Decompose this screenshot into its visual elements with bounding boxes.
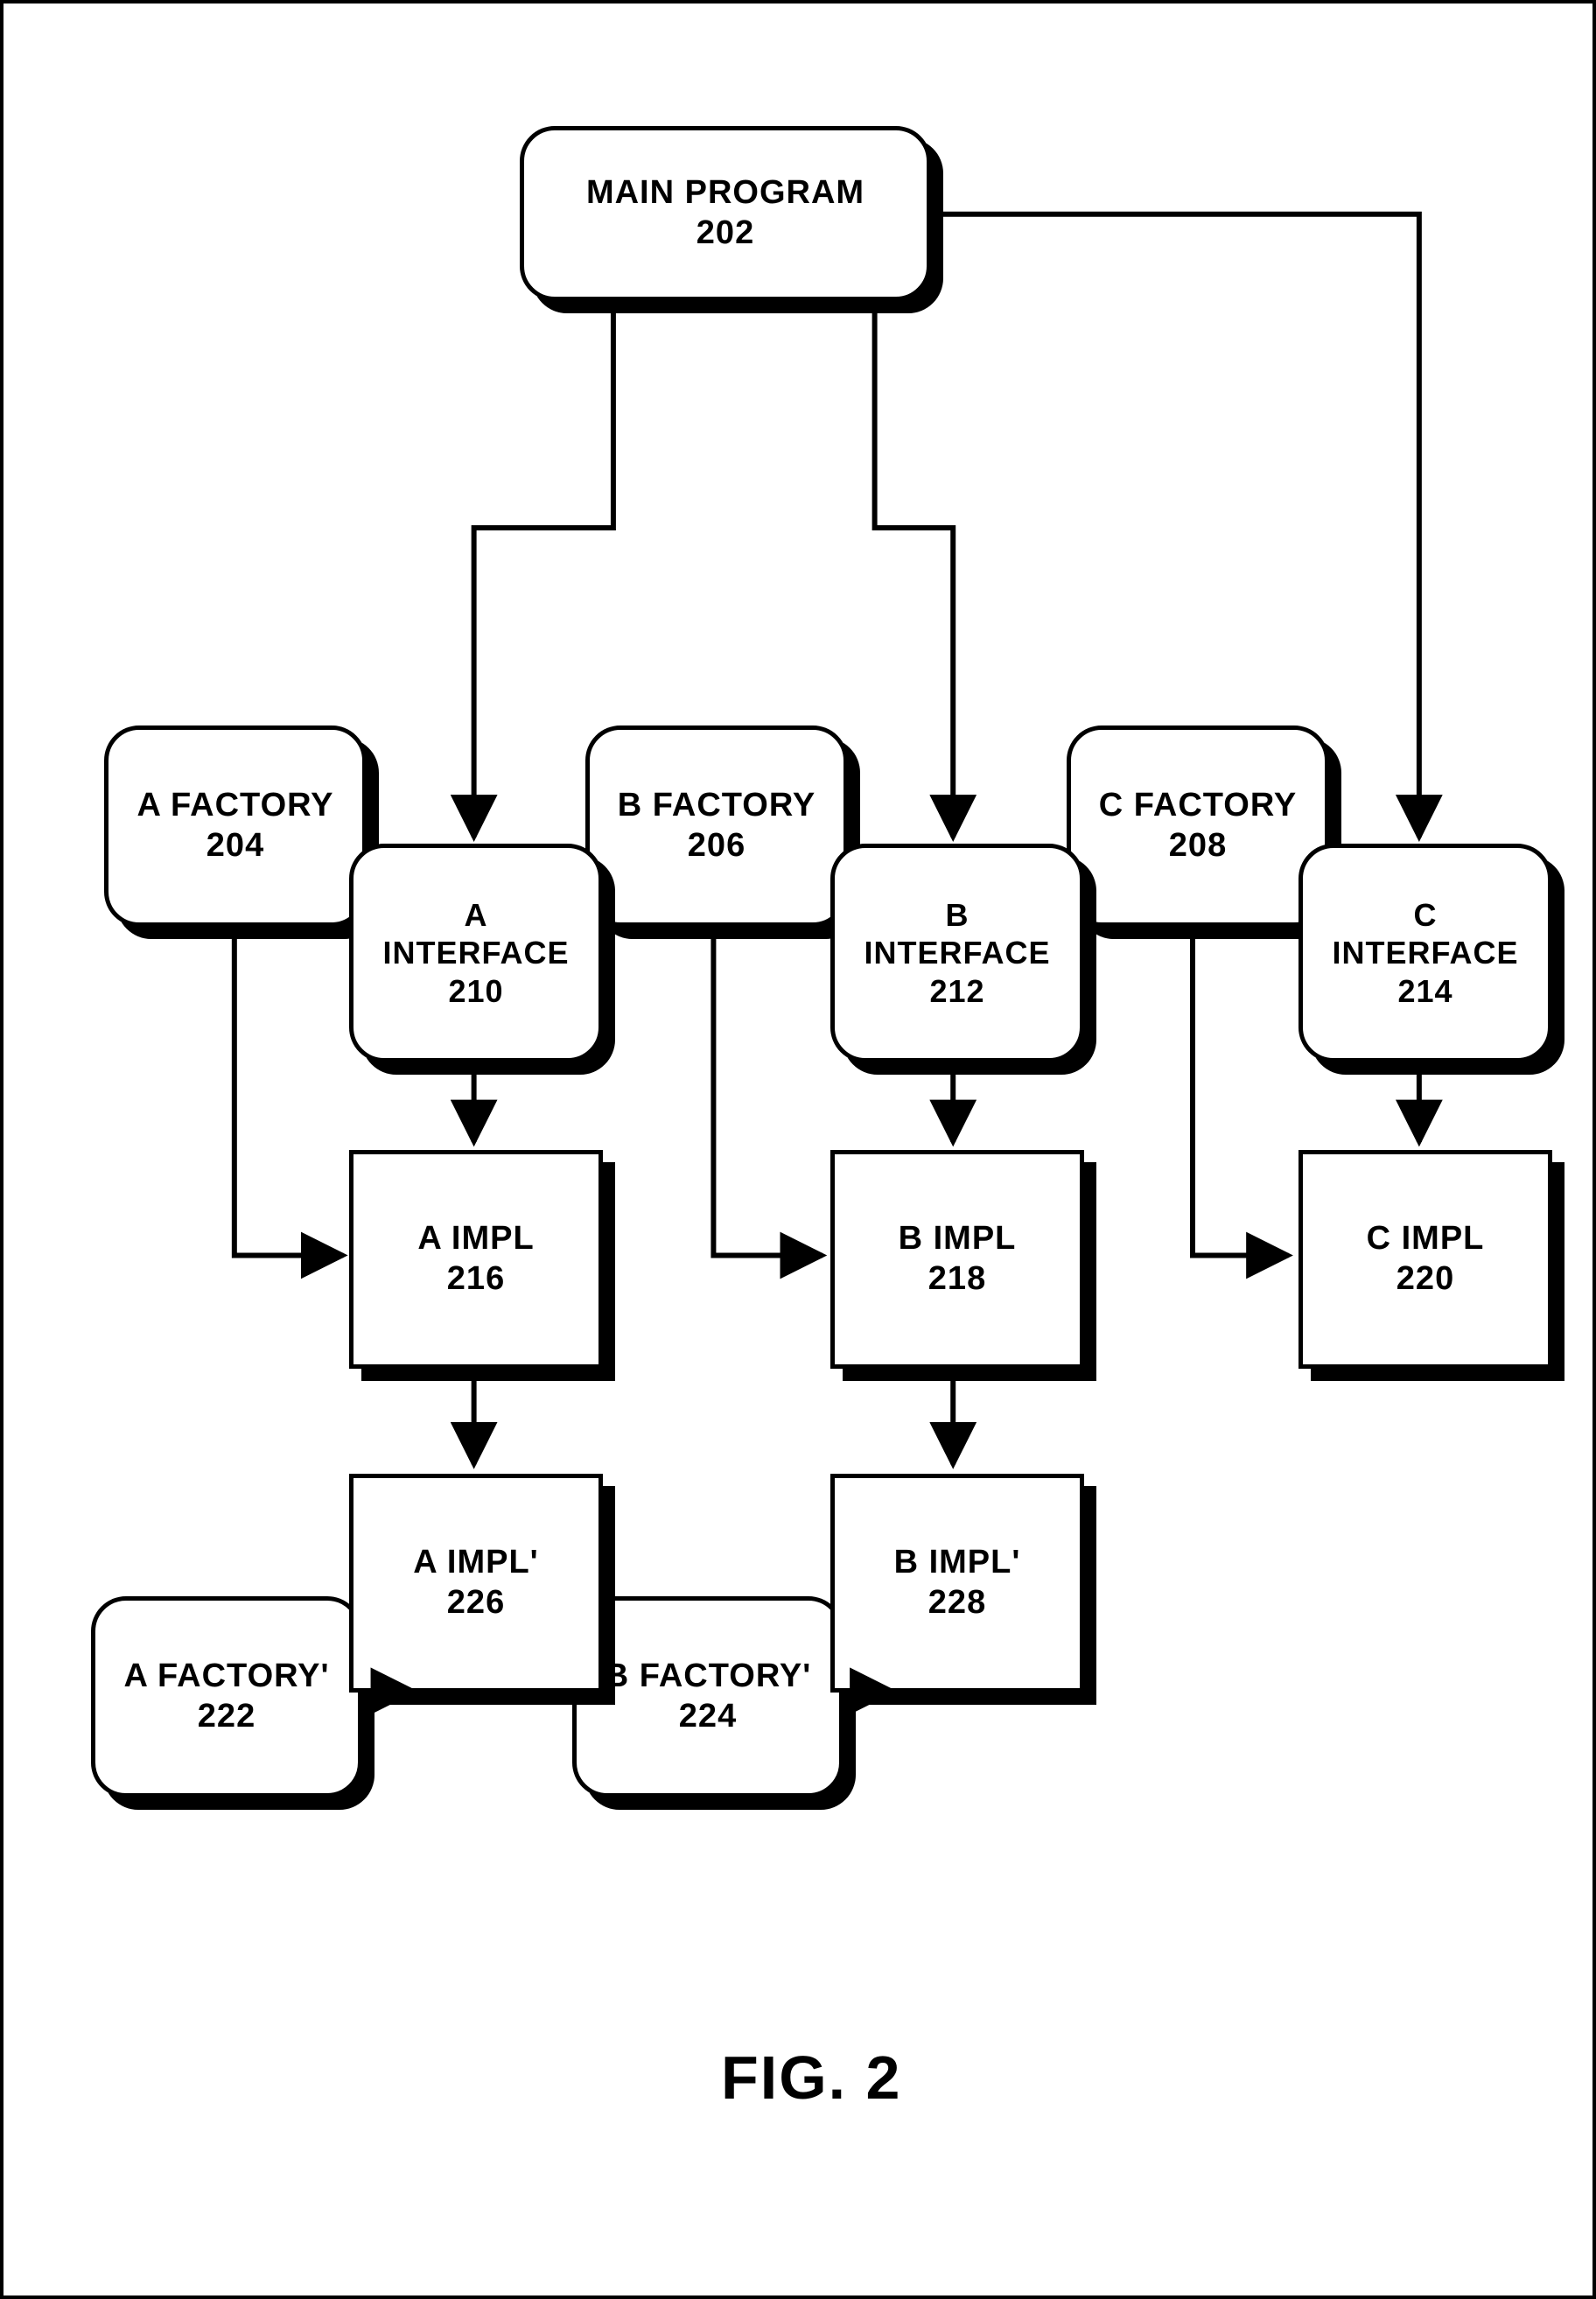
node-b-impl-prime: B IMPL' 228 [830,1474,1084,1693]
edge-main-to-b-interface [875,301,954,837]
node-c-interface: C INTERFACE 214 [1298,844,1552,1062]
figure-label: FIG. 2 [721,2043,901,2113]
node-ref: 208 [1169,826,1227,866]
node-label: B INTERFACE [835,896,1080,971]
node-label: B IMPL [899,1219,1017,1259]
edge-b-factory-to-b-impl [713,924,822,1255]
node-label: C IMPL [1367,1219,1485,1259]
node-ref: 216 [447,1259,505,1300]
node-a-factory-prime: A FACTORY' 222 [91,1596,362,1798]
node-ref: 204 [206,826,264,866]
node-ref: 218 [928,1259,986,1300]
node-label: C FACTORY [1099,786,1297,826]
node-b-factory-prime: B FACTORY' 224 [572,1596,844,1798]
node-label: A FACTORY' [123,1657,329,1697]
node-label: A FACTORY [136,786,333,826]
node-label: C INTERFACE [1303,896,1548,971]
node-a-impl: A IMPL 216 [349,1150,603,1369]
node-b-interface: B INTERFACE 212 [830,844,1084,1062]
node-ref: 212 [929,972,984,1010]
node-b-impl: B IMPL 218 [830,1150,1084,1369]
node-a-factory: A FACTORY 204 [104,725,367,927]
node-ref: 206 [688,826,746,866]
node-main-program: MAIN PROGRAM 202 [520,126,931,301]
node-label: MAIN PROGRAM [586,173,864,214]
node-b-factory: B FACTORY 206 [585,725,848,927]
node-ref: 210 [448,972,503,1010]
diagram-page: MAIN PROGRAM 202 A FACTORY 204 B FACTORY… [0,0,1596,2299]
edge-c-factory-to-c-impl [1193,924,1289,1255]
node-label: A IMPL' [413,1543,538,1583]
node-a-impl-prime: A IMPL' 226 [349,1474,603,1693]
node-ref: 214 [1397,972,1452,1010]
node-label: B FACTORY' [605,1657,812,1697]
node-ref: 224 [679,1697,737,1737]
node-ref: 220 [1396,1259,1454,1300]
node-c-impl: C IMPL 220 [1298,1150,1552,1369]
node-label: B IMPL' [894,1543,1021,1583]
node-ref: 202 [696,214,754,254]
node-a-interface: A INTERFACE 210 [349,844,603,1062]
node-ref: 226 [447,1583,505,1623]
edge-a-factory-to-a-impl [234,924,343,1255]
node-c-factory: C FACTORY 208 [1067,725,1329,927]
node-ref: 228 [928,1583,986,1623]
node-label: A IMPL [417,1219,534,1259]
node-label: B FACTORY [618,786,816,826]
node-label: A INTERFACE [354,896,598,971]
node-ref: 222 [198,1697,256,1737]
